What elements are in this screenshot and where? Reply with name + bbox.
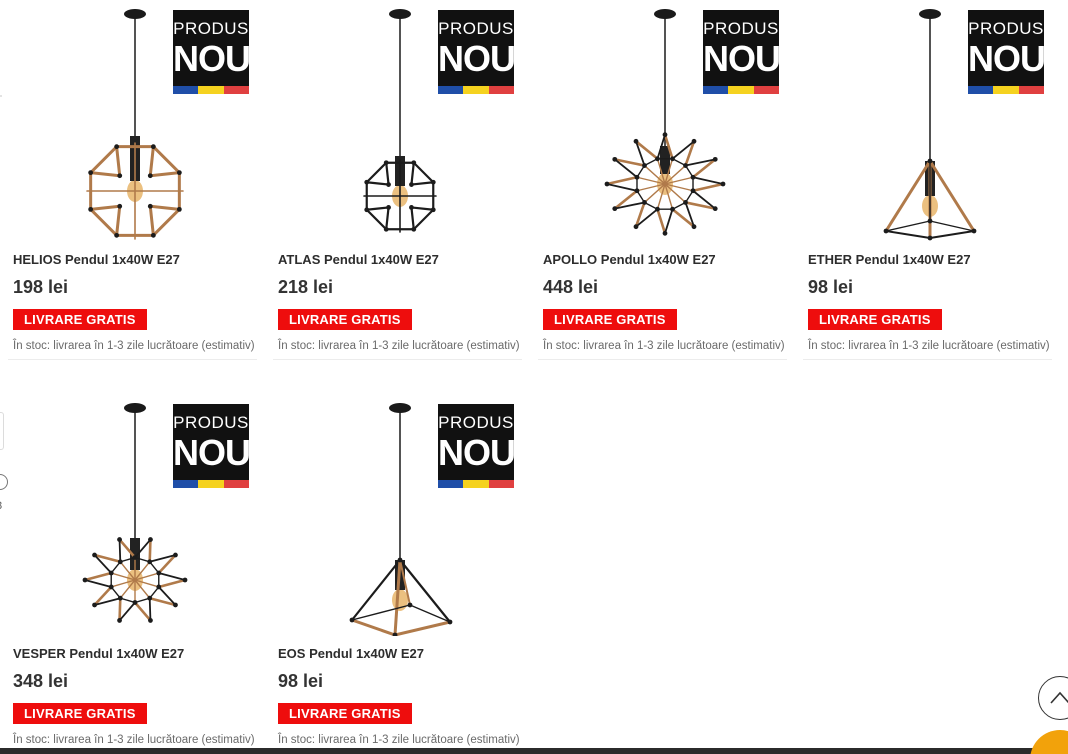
product-card[interactable]: PRODUS NOU EOS Pendul 1x40W E27 98 lei LIVRA…: [265, 394, 530, 754]
free-shipping-badge: LIVRARE GRATIS: [278, 703, 412, 724]
product-title[interactable]: ATLAS Pendul 1x40W E27: [278, 252, 439, 267]
new-product-badge: PRODUS NOU: [438, 10, 516, 94]
badge-top-text: PRODUS: [173, 413, 249, 432]
badge-main-text: NOU: [438, 38, 516, 79]
free-shipping-badge: LIVRARE GRATIS: [13, 703, 147, 724]
badge-main-text: NOU: [968, 38, 1046, 79]
product-card[interactable]: PRODUS NOU ATLAS Pendul 1x40W E27 218 lei LI…: [265, 0, 530, 360]
new-product-badge: PRODUS NOU: [438, 404, 516, 488]
stock-status: În stoc: livrarea în 1-3 zile lucrătoare…: [278, 734, 520, 746]
badge-main-text: NOU: [703, 38, 781, 79]
product-price: 198 lei: [13, 277, 69, 297]
flag-icon: [173, 480, 249, 488]
new-product-badge: PRODUS NOU: [968, 10, 1046, 94]
badge-top-text: PRODUS: [438, 19, 514, 38]
flag-icon: [173, 86, 249, 94]
product-listing-page: 8 PRODUSNOUHELIOS Pendul 1x40W E27198 le…: [0, 0, 1068, 754]
product-title[interactable]: ETHER Pendul 1x40W E27: [808, 252, 971, 267]
product-title[interactable]: APOLLO Pendul 1x40W E27: [543, 252, 716, 267]
product-title[interactable]: EOS Pendul 1x40W E27: [278, 646, 424, 661]
chevron-up-icon: [1050, 691, 1068, 704]
product-card[interactable]: PRODUS NOU HELIOS Pendul 1x40W E27 198 lei L…: [0, 0, 265, 360]
product-price: 218 lei: [278, 277, 334, 297]
card-divider: [8, 359, 257, 360]
stock-status: În stoc: livrarea în 1-3 zile lucrătoare…: [13, 340, 255, 352]
stock-status: În stoc: livrarea în 1-3 zile lucrătoare…: [13, 734, 255, 746]
new-product-badge: PRODUS NOU: [173, 10, 251, 94]
flag-icon: [703, 86, 779, 94]
product-title[interactable]: VESPER Pendul 1x40W E27: [13, 646, 184, 661]
stock-status: În stoc: livrarea în 1-3 zile lucrătoare…: [543, 340, 785, 352]
stock-status: În stoc: livrarea în 1-3 zile lucrătoare…: [808, 340, 1050, 352]
product-card[interactable]: PRODUS NOU APOLLO Pendul 1x40W E27 448 lei L…: [530, 0, 795, 360]
product-price: 348 lei: [13, 671, 69, 691]
free-shipping-badge: LIVRARE GRATIS: [543, 309, 677, 330]
scroll-to-top-button[interactable]: [1038, 676, 1068, 720]
free-shipping-badge: LIVRARE GRATIS: [278, 309, 412, 330]
badge-main-text: NOU: [438, 432, 516, 473]
new-product-badge: PRODUS NOU: [703, 10, 781, 94]
product-price: 98 lei: [808, 277, 854, 297]
free-shipping-badge: LIVRARE GRATIS: [808, 309, 942, 330]
card-divider: [538, 359, 787, 360]
badge-main-text: NOU: [173, 38, 251, 79]
chat-bubble-icon[interactable]: [1030, 730, 1068, 754]
badge-top-text: PRODUS: [438, 413, 514, 432]
flag-icon: [438, 480, 514, 488]
flag-icon: [968, 86, 1044, 94]
flag-icon: [438, 86, 514, 94]
product-title[interactable]: HELIOS Pendul 1x40W E27: [13, 252, 180, 267]
product-price: 98 lei: [278, 671, 324, 691]
free-shipping-badge: LIVRARE GRATIS: [13, 309, 147, 330]
badge-top-text: PRODUS: [173, 19, 249, 38]
product-card[interactable]: PRODUS NOU ETHER Pendul 1x40W E27 98 lei LIV…: [795, 0, 1060, 360]
new-product-badge: PRODUS NOU: [173, 404, 251, 488]
product-card[interactable]: PRODUS NOU VESPER Pendul 1x40W E27 348 lei L…: [0, 394, 265, 754]
badge-main-text: NOU: [173, 432, 251, 473]
stock-status: În stoc: livrarea în 1-3 zile lucrătoare…: [278, 340, 520, 352]
footer-bar: [0, 748, 1068, 754]
product-price: 448 lei: [543, 277, 599, 297]
badge-top-text: PRODUS: [968, 19, 1044, 38]
badge-top-text: PRODUS: [703, 19, 779, 38]
card-divider: [273, 359, 522, 360]
card-divider: [803, 359, 1052, 360]
